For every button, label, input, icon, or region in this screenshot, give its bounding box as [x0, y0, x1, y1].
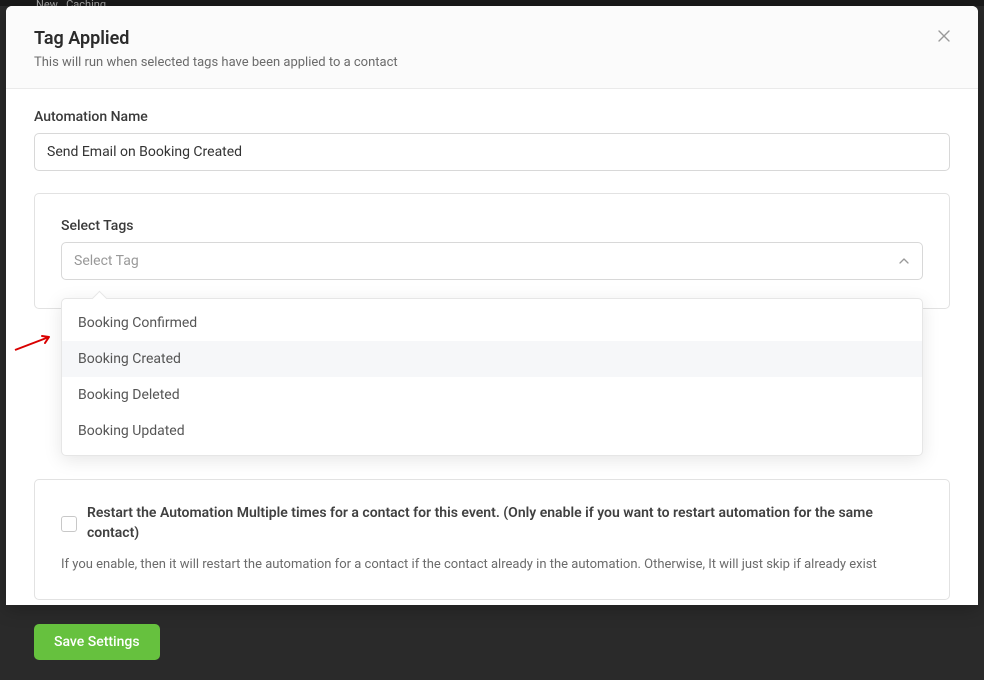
tag-dropdown-panel: Booking Confirmed Booking Created Bookin…: [61, 298, 923, 456]
tag-select-placeholder: Select Tag: [74, 253, 139, 269]
tag-select-wrapper: Select Tag Booking Confirmed Booking Cre…: [61, 242, 923, 280]
tag-applied-modal: Tag Applied This will run when selected …: [6, 6, 978, 605]
automation-name-label: Automation Name: [34, 109, 950, 125]
restart-checkbox-label: Restart the Automation Multiple times fo…: [87, 504, 923, 543]
select-tags-label: Select Tags: [61, 218, 923, 234]
tag-select-input[interactable]: Select Tag: [61, 242, 923, 280]
select-tags-card: Select Tags Select Tag Booking Confirmed…: [34, 193, 950, 309]
modal-body: Automation Name Select Tags Select Tag B…: [6, 89, 978, 680]
modal-subtitle: This will run when selected tags have be…: [34, 55, 950, 70]
close-icon: [938, 30, 950, 42]
tag-option-booking-updated[interactable]: Booking Updated: [62, 413, 922, 449]
annotation-arrow-icon: [13, 334, 53, 356]
modal-header: Tag Applied This will run when selected …: [6, 6, 978, 89]
save-settings-button[interactable]: Save Settings: [34, 624, 160, 660]
close-button[interactable]: [934, 26, 954, 46]
restart-checkbox-row: Restart the Automation Multiple times fo…: [61, 504, 923, 543]
tag-option-booking-deleted[interactable]: Booking Deleted: [62, 377, 922, 413]
restart-checkbox[interactable]: [61, 516, 77, 532]
restart-help-text: If you enable, then it will restart the …: [61, 555, 923, 575]
modal-title: Tag Applied: [34, 28, 950, 49]
tag-option-booking-confirmed[interactable]: Booking Confirmed: [62, 305, 922, 341]
chevron-up-icon: [898, 255, 910, 267]
automation-name-input[interactable]: [34, 133, 950, 171]
tag-option-booking-created[interactable]: Booking Created: [62, 341, 922, 377]
restart-settings-card: Restart the Automation Multiple times fo…: [34, 479, 950, 600]
